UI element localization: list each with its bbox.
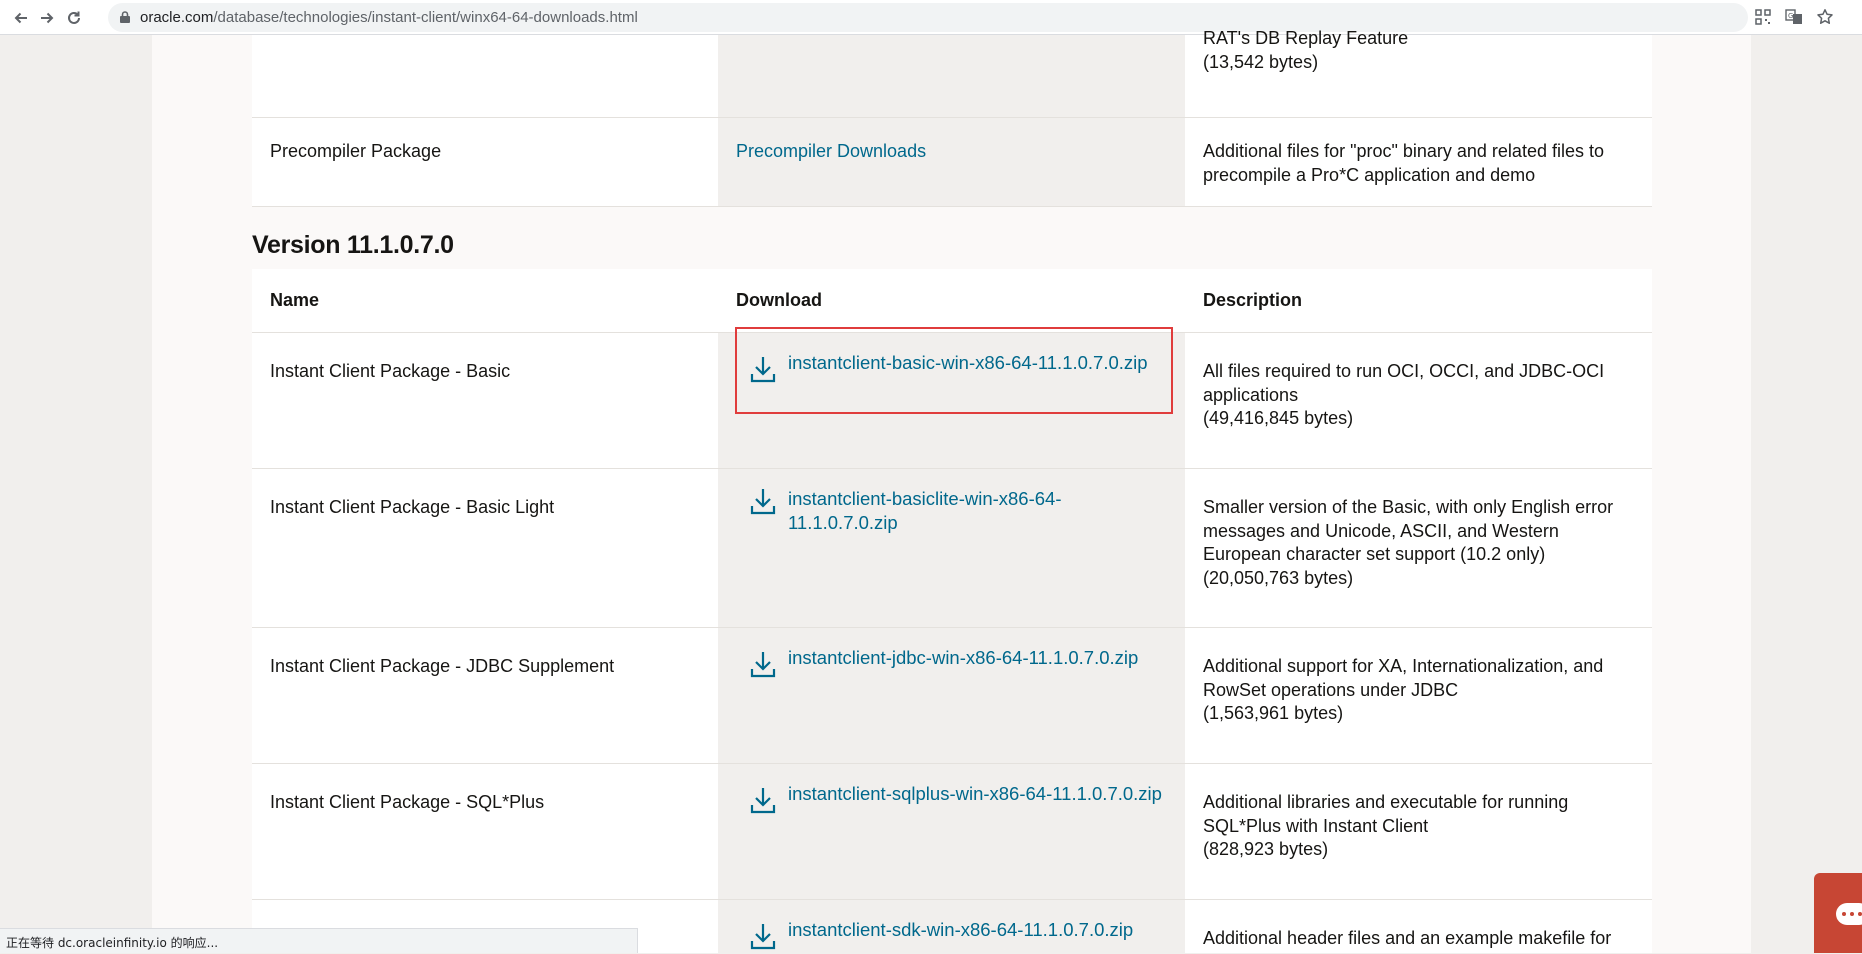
- table-row: Precompiler Package Precompiler Download…: [252, 118, 1652, 207]
- download-link[interactable]: instantclient-sdk-win-x86-64-11.1.0.7.0.…: [788, 918, 1168, 942]
- description-cell: All files required to run OCI, OCCI, and…: [1185, 333, 1652, 468]
- download-cell: instantclient-jdbc-win-x86-64-11.1.0.7.0…: [718, 628, 1185, 763]
- package-name: Precompiler Package: [270, 141, 442, 161]
- qr-code-icon[interactable]: [1753, 7, 1773, 27]
- download-cell: [718, 35, 1185, 117]
- precompiler-downloads-link[interactable]: Precompiler Downloads: [736, 141, 926, 161]
- description-cell: Additional libraries and executable for …: [1185, 764, 1652, 899]
- package-name: Instant Client Package - SQL*Plus: [270, 792, 545, 812]
- description-cell: Additional support for XA, International…: [1185, 628, 1652, 763]
- download-icon[interactable]: [750, 487, 776, 515]
- description-text: All files required to run OCI, OCCI, and…: [1203, 361, 1605, 405]
- table-row: RAT's DB Replay Feature (13,542 bytes): [252, 28, 1652, 118]
- svg-text:G: G: [1788, 12, 1793, 20]
- description-text: RAT's DB Replay Feature: [1203, 28, 1409, 48]
- table-row: Instant Client Package - Basic Light ins…: [252, 469, 1652, 628]
- header-description: Description: [1203, 290, 1303, 310]
- package-name: Instant Client Package - JDBC Supplement: [270, 656, 615, 676]
- header-name: Name: [270, 290, 320, 310]
- chat-icon: [1836, 903, 1862, 925]
- download-cell: Precompiler Downloads: [718, 118, 1185, 206]
- description-cell: RAT's DB Replay Feature (13,542 bytes): [1185, 28, 1652, 117]
- description-text: Additional libraries and executable for …: [1203, 792, 1569, 836]
- translate-icon[interactable]: G: [1784, 7, 1804, 27]
- download-link[interactable]: instantclient-sqlplus-win-x86-64-11.1.0.…: [788, 782, 1178, 806]
- name-cell: [252, 35, 718, 117]
- file-size: (13,542 bytes): [1203, 51, 1319, 72]
- download-cell: instantclient-basiclite-win-x86-64-11.1.…: [718, 469, 1185, 627]
- table-row: Instant Client Package - SQL*Plus instan…: [252, 764, 1652, 900]
- file-size: (49,416,845 bytes): [1203, 408, 1354, 428]
- package-name: Instant Client Package - Basic: [270, 361, 511, 381]
- download-link[interactable]: instantclient-basiclite-win-x86-64-11.1.…: [788, 487, 1078, 534]
- download-icon[interactable]: [750, 786, 776, 814]
- description-cell: Additional header files and an example m…: [1185, 900, 1652, 954]
- reload-icon[interactable]: [62, 6, 86, 30]
- description-text: Additional files for "proc" binary and r…: [1203, 141, 1604, 185]
- package-name: Instant Client Package - Basic Light: [270, 497, 555, 517]
- forward-icon[interactable]: [35, 6, 59, 30]
- table-header-row: Name Download Description: [252, 269, 1652, 333]
- bookmark-star-icon[interactable]: [1815, 7, 1835, 27]
- chat-button[interactable]: [1814, 873, 1862, 953]
- lock-icon[interactable]: [120, 11, 130, 23]
- download-icon[interactable]: [750, 650, 776, 678]
- description-text: Additional support for XA, International…: [1203, 656, 1604, 700]
- download-icon[interactable]: [750, 922, 776, 950]
- download-link[interactable]: instantclient-jdbc-win-x86-64-11.1.0.7.0…: [788, 646, 1168, 670]
- status-bar: 正在等待 dc.oracleinfinity.io 的响应...: [0, 928, 638, 953]
- back-icon[interactable]: [9, 6, 33, 30]
- file-size: (1,563,961 bytes): [1203, 703, 1344, 723]
- file-size: (20,050,763 bytes): [1203, 567, 1354, 588]
- header-download: Download: [718, 269, 1185, 332]
- table-row: Instant Client Package - JDBC Supplement…: [252, 628, 1652, 764]
- description-text: Smaller version of the Basic, with only …: [1203, 497, 1614, 564]
- file-size: (828,923 bytes): [1203, 839, 1329, 859]
- url-text: oracle.com/database/technologies/instant…: [140, 9, 638, 26]
- highlight-box: [735, 327, 1173, 414]
- description-text: Additional header files and an example m…: [1203, 928, 1612, 948]
- download-cell: instantclient-sqlplus-win-x86-64-11.1.0.…: [718, 764, 1185, 899]
- version-heading: Version 11.1.0.7.0: [252, 231, 454, 259]
- download-cell: instantclient-sdk-win-x86-64-11.1.0.7.0.…: [718, 900, 1185, 954]
- description-cell: Smaller version of the Basic, with only …: [1185, 469, 1652, 627]
